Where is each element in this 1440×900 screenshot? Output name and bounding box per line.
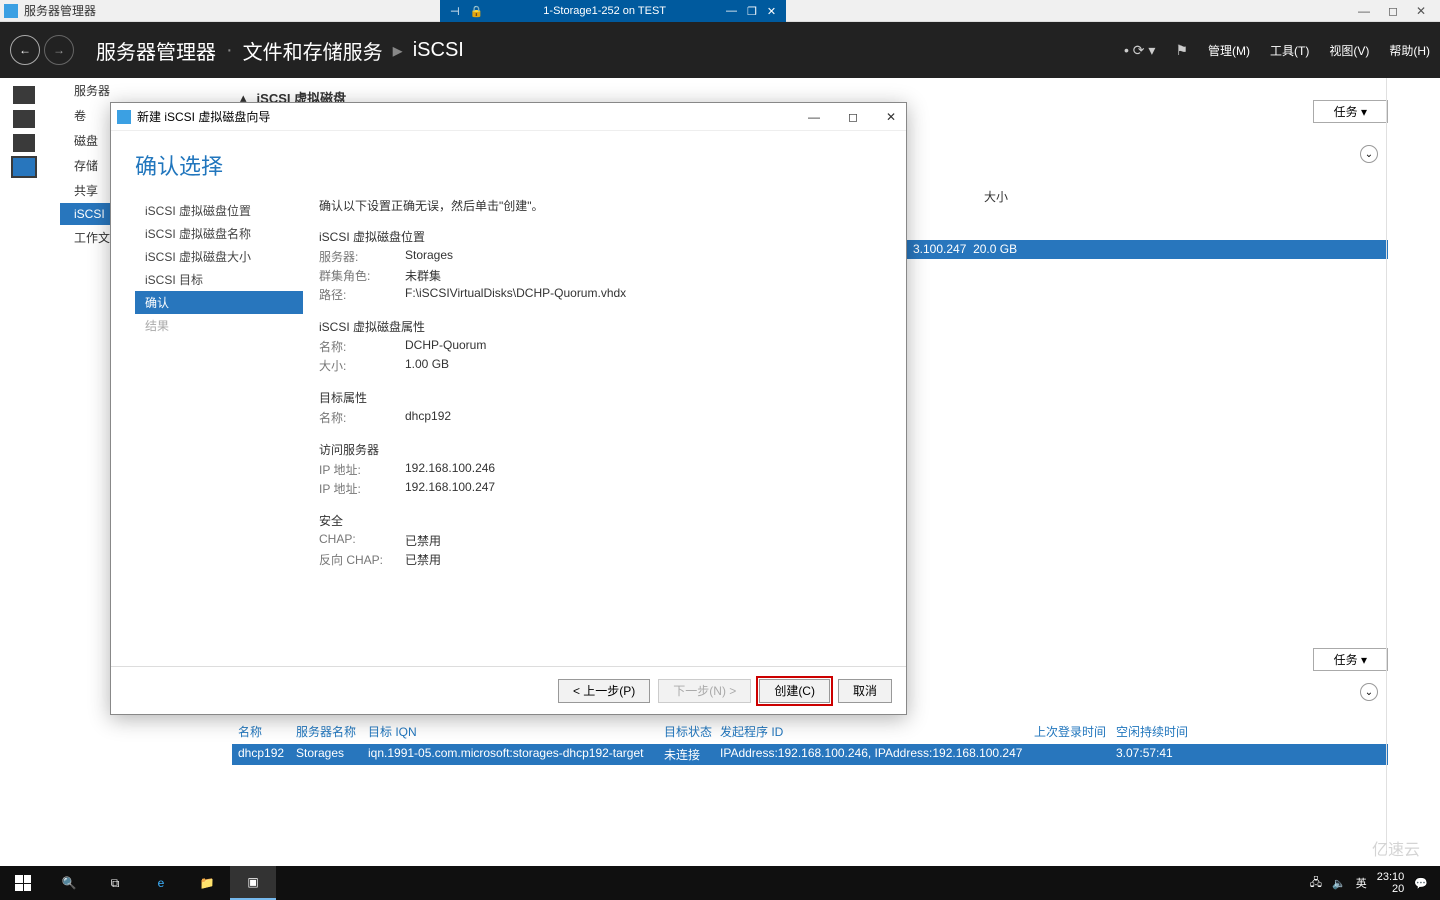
value-disk-size: 1.00 GB (405, 357, 449, 374)
col-server[interactable]: 服务器名称 (296, 723, 368, 740)
notifications-flag-icon[interactable]: ⚑ (1175, 42, 1188, 59)
wizard-close-button[interactable]: ✕ (882, 110, 900, 124)
col-idle[interactable]: 空闲持续时间 (1116, 723, 1236, 740)
remote-minimize[interactable]: — (726, 5, 737, 18)
rail-volumes-icon[interactable] (13, 110, 35, 128)
wizard-step-size[interactable]: iSCSI 虚拟磁盘大小 (135, 245, 303, 268)
breadcrumb-2[interactable]: iSCSI (413, 39, 464, 62)
pin-icon[interactable]: ⊣ (450, 5, 460, 18)
next-button: 下一步(N) > (658, 679, 751, 703)
expand-button[interactable]: ⌄ (1360, 145, 1378, 163)
value-ip1: 192.168.100.246 (405, 461, 495, 478)
previous-button[interactable]: < 上一步(P) (558, 679, 650, 703)
column-size-header[interactable]: 大小 (984, 188, 1008, 205)
tray-notifications-icon[interactable]: 💬 (1414, 877, 1428, 890)
watermark: 亿速云 (1372, 836, 1420, 860)
col-name[interactable]: 名称 (238, 723, 296, 740)
value-path: F:\iSCSIVirtualDisks\DCHP-Quorum.vhdx (405, 286, 626, 303)
task-view-icon[interactable]: ⧉ (92, 866, 138, 900)
wizard-step-location[interactable]: iSCSI 虚拟磁盘位置 (135, 199, 303, 222)
col-status[interactable]: 目标状态 (664, 723, 720, 740)
nav-forward-button[interactable]: → (44, 35, 74, 65)
col-initiator[interactable]: 发起程序 ID (720, 723, 1034, 740)
tray-clock[interactable]: 23:10 20 (1377, 871, 1405, 895)
section-access-title: 访问服务器 (319, 441, 882, 458)
section-security-title: 安全 (319, 512, 882, 529)
value-server: Storages (405, 248, 453, 265)
menu-manage[interactable]: 管理(M) (1208, 42, 1250, 59)
value-disk-name: DCHP-Quorum (405, 338, 486, 355)
vertical-scrollbar[interactable] (1386, 78, 1398, 852)
lock-icon[interactable]: 🔒 (470, 5, 484, 18)
server-manager-taskbar-icon[interactable]: ▣ (230, 866, 276, 900)
wizard-content: 确认以下设置正确无误，然后单击"创建"。 iSCSI 虚拟磁盘位置 服务器:St… (303, 191, 892, 666)
wizard-step-confirm[interactable]: 确认 (135, 291, 303, 314)
wizard-minimize-button[interactable]: — (804, 110, 824, 124)
disk-row-partial[interactable]: 3.100.247 20.0 GB (907, 240, 1388, 259)
menu-view[interactable]: 视图(V) (1329, 42, 1369, 59)
value-target-name: dhcp192 (405, 409, 451, 426)
app-icon (4, 4, 18, 18)
server-manager-header: ← → 服务器管理器 · 文件和存储服务 ▸ iSCSI • ⟳ ▾ ⚑ 管理(… (0, 22, 1440, 78)
minimize-button[interactable]: — (1358, 4, 1370, 18)
wizard-step-target[interactable]: iSCSI 目标 (135, 268, 303, 291)
left-icon-rail (0, 78, 48, 176)
ie-icon[interactable]: e (138, 866, 184, 900)
wizard-step-result: 结果 (135, 314, 303, 337)
wizard-titlebar[interactable]: 新建 iSCSI 虚拟磁盘向导 — ◻ ✕ (111, 103, 906, 131)
explorer-icon[interactable]: 📁 (184, 866, 230, 900)
remote-session-label: 1-Storage1-252 on TEST (493, 5, 716, 17)
menu-help[interactable]: 帮助(H) (1389, 42, 1430, 59)
tasks-dropdown[interactable]: 任务 ▾ (1313, 100, 1388, 123)
wizard-icon (117, 110, 131, 124)
tray-network-icon[interactable]: 🖧 (1310, 874, 1322, 893)
rail-disks-icon[interactable] (13, 134, 35, 152)
remote-restore[interactable]: ❐ (747, 5, 757, 18)
breadcrumb-1[interactable]: 文件和存储服务 (243, 36, 383, 65)
breadcrumb-root[interactable]: 服务器管理器 (96, 36, 216, 65)
expand-button-lower[interactable]: ⌄ (1360, 683, 1378, 701)
col-iqn[interactable]: 目标 IQN (368, 723, 664, 740)
maximize-button[interactable]: ◻ (1388, 4, 1398, 18)
table-row[interactable]: dhcp192 Storages iqn.1991-05.com.microso… (232, 744, 1388, 765)
col-last[interactable]: 上次登录时间 (1034, 723, 1116, 740)
remote-session-tab: ⊣ 🔒 1-Storage1-252 on TEST — ❐ ✕ (440, 0, 786, 22)
value-chap: 已禁用 (405, 532, 441, 549)
rail-servers-icon[interactable] (13, 86, 35, 104)
value-cluster-role: 未群集 (405, 267, 441, 284)
tray-ime[interactable]: 英 (1356, 875, 1367, 891)
close-button[interactable]: ✕ (1416, 4, 1426, 18)
tasks-dropdown-lower[interactable]: 任务 ▾ (1313, 648, 1388, 671)
wizard-maximize-button[interactable]: ◻ (844, 110, 862, 124)
outer-window-title: 服务器管理器 (24, 2, 96, 19)
search-icon[interactable]: 🔍 (46, 866, 92, 900)
nav-item-servers[interactable]: 服务器 (60, 78, 230, 103)
cancel-button[interactable]: 取消 (838, 679, 892, 703)
wizard-step-name[interactable]: iSCSI 虚拟磁盘名称 (135, 222, 303, 245)
wizard-footer: < 上一步(P) 下一步(N) > 创建(C) 取消 (111, 666, 906, 714)
rail-iscsi-icon[interactable] (13, 158, 35, 176)
breadcrumb: 服务器管理器 · 文件和存储服务 ▸ iSCSI (96, 36, 464, 65)
wizard-nav: iSCSI 虚拟磁盘位置 iSCSI 虚拟磁盘名称 iSCSI 虚拟磁盘大小 i… (135, 191, 303, 666)
wizard-heading: 确认选择 (111, 131, 906, 191)
nav-back-button[interactable]: ← (10, 35, 40, 65)
new-iscsi-wizard-dialog: 新建 iSCSI 虚拟磁盘向导 — ◻ ✕ 确认选择 iSCSI 虚拟磁盘位置 … (110, 102, 907, 715)
refresh-dropdown[interactable]: • ⟳ ▾ (1124, 42, 1155, 59)
value-ip2: 192.168.100.247 (405, 480, 495, 497)
section-location-title: iSCSI 虚拟磁盘位置 (319, 228, 882, 245)
taskbar: 🔍 ⧉ e 📁 ▣ 🖧 🔈 英 23:10 20 💬 (0, 866, 1440, 900)
menu-tools[interactable]: 工具(T) (1270, 42, 1309, 59)
create-button[interactable]: 创建(C) (759, 679, 830, 703)
tray-sound-icon[interactable]: 🔈 (1332, 877, 1346, 890)
wizard-instruction: 确认以下设置正确无误，然后单击"创建"。 (319, 197, 882, 214)
section-target-title: 目标属性 (319, 389, 882, 406)
section-attr-title: iSCSI 虚拟磁盘属性 (319, 318, 882, 335)
value-rchap: 已禁用 (405, 551, 441, 568)
targets-table: 名称 服务器名称 目标 IQN 目标状态 发起程序 ID 上次登录时间 空闲持续… (232, 719, 1388, 765)
remote-close[interactable]: ✕ (767, 5, 776, 18)
start-button[interactable] (0, 866, 46, 900)
wizard-title: 新建 iSCSI 虚拟磁盘向导 (137, 108, 270, 125)
